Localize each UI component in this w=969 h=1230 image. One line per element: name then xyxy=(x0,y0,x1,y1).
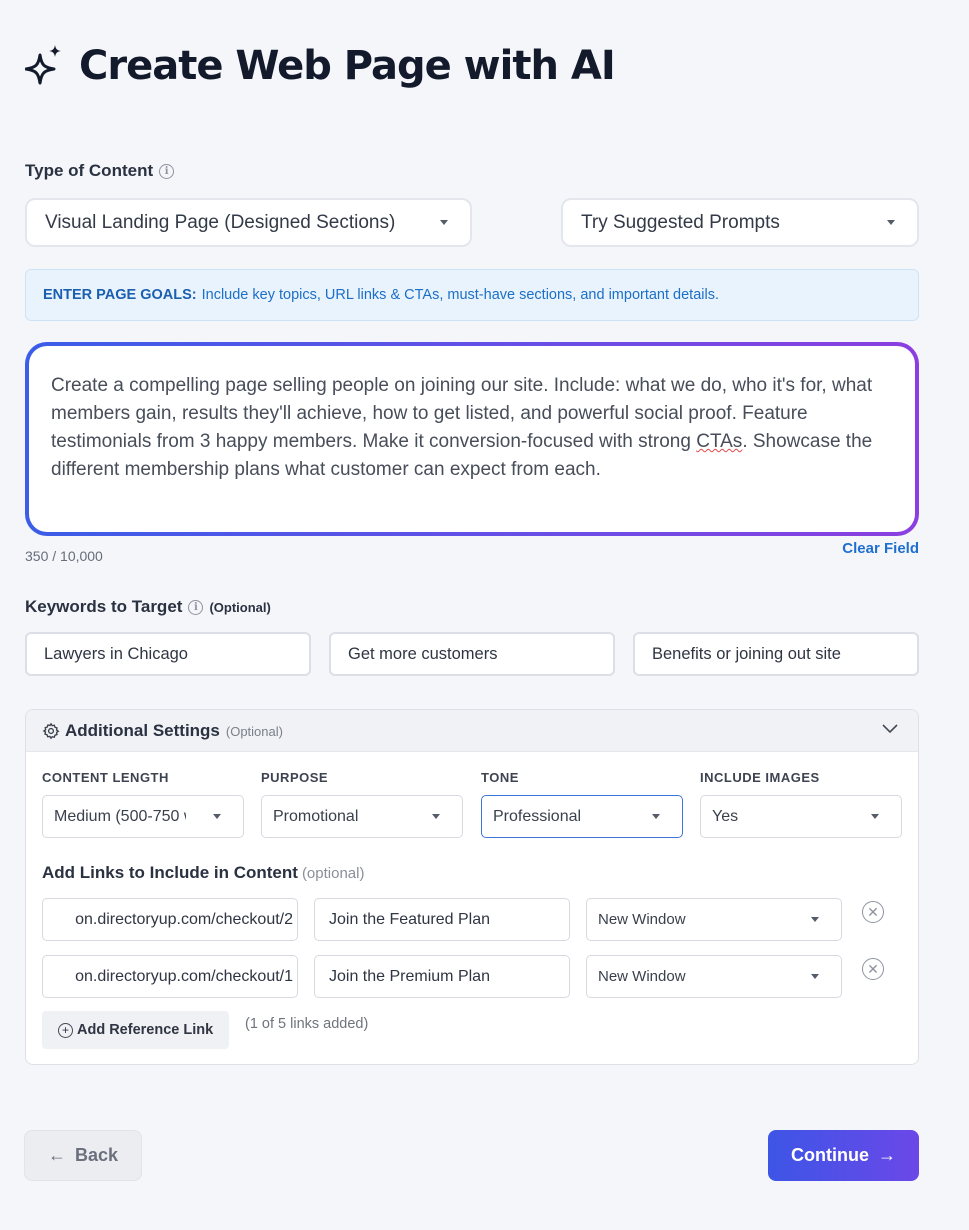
keywords-label: Keywords to Target i (Optional) xyxy=(25,597,271,617)
page-header: Create Web Page with AI xyxy=(25,40,616,92)
tone-value: Professional xyxy=(493,807,582,825)
character-counter: 350 / 10,000 xyxy=(25,548,103,564)
caret-down-icon xyxy=(871,814,879,819)
continue-button-label: Continue xyxy=(791,1145,869,1165)
purpose-select[interactable]: Promotional xyxy=(261,795,463,838)
add-reference-link-button[interactable]: + Add Reference Link xyxy=(42,1011,230,1049)
page-goals-hint: Include key topics, URL links & CTAs, mu… xyxy=(201,287,719,303)
purpose-label: PURPOSE xyxy=(261,770,329,785)
purpose-value: Promotional xyxy=(273,807,359,825)
page-goals-textarea[interactable]: Create a compelling page selling people … xyxy=(29,346,915,532)
prompt-text-spellcheck-word: CTAs xyxy=(696,431,743,452)
close-icon: ✕ xyxy=(867,903,879,920)
link-url-input[interactable]: on.directoryup.com/checkout/2 xyxy=(42,898,298,941)
plus-circle-icon: + xyxy=(58,1022,73,1038)
caret-down-icon xyxy=(213,814,221,819)
content-length-value: Medium (500-750 words) xyxy=(54,807,186,825)
content-length-select[interactable]: Medium (500-750 words) xyxy=(42,795,244,838)
content-type-label: Type of Content i xyxy=(25,161,175,181)
continue-button[interactable]: Continue → xyxy=(768,1130,919,1181)
caret-down-icon xyxy=(652,814,660,819)
info-icon[interactable]: i xyxy=(188,599,204,615)
link-target-select[interactable]: New Window xyxy=(586,955,842,998)
additional-settings-optional: (Optional) xyxy=(225,724,283,739)
page-title: Create Web Page with AI xyxy=(79,43,616,89)
link-target-value: New Window xyxy=(598,911,686,928)
content-type-value: Visual Landing Page (Designed Sections) xyxy=(45,211,396,233)
links-section-title-text: Add Links to Include in Content xyxy=(42,863,298,882)
suggested-prompts-select[interactable]: Try Suggested Prompts xyxy=(561,198,919,247)
page-goals-textarea-frame: Create a compelling page selling people … xyxy=(25,342,919,536)
additional-settings-title: Additional Settings xyxy=(65,720,220,740)
links-count: (1 of 5 links added) xyxy=(245,1016,369,1032)
keywords-label-text: Keywords to Target xyxy=(25,597,183,616)
sparkles-icon xyxy=(25,45,61,85)
back-button[interactable]: ← Back xyxy=(24,1130,142,1181)
keyword-input-2[interactable]: Get more customers xyxy=(329,632,615,676)
link-text-input[interactable]: Join the Premium Plan xyxy=(314,955,570,998)
suggested-prompts-label: Try Suggested Prompts xyxy=(581,211,780,233)
tone-label: TONE xyxy=(481,770,519,785)
remove-link-button[interactable]: ✕ xyxy=(862,958,884,980)
page-goals-banner: ENTER PAGE GOALS: Include key topics, UR… xyxy=(25,269,919,321)
link-url-input[interactable]: on.directoryup.com/checkout/1 xyxy=(42,955,298,998)
link-url-value: on.directoryup.com/checkout/2 xyxy=(75,910,293,928)
caret-down-icon xyxy=(887,220,895,225)
back-button-label: Back xyxy=(74,1145,119,1165)
include-images-value: Yes xyxy=(712,807,739,825)
caret-down-icon xyxy=(811,917,819,922)
arrow-left-icon: ← xyxy=(47,1145,66,1165)
link-url-value: on.directoryup.com/checkout/1 xyxy=(75,967,293,985)
content-type-label-text: Type of Content xyxy=(25,161,154,180)
additional-settings-panel: Additional Settings (Optional) CONTENT L… xyxy=(25,709,919,1065)
links-section-title: Add Links to Include in Content (optional… xyxy=(42,863,364,883)
content-type-select[interactable]: Visual Landing Page (Designed Sections) xyxy=(25,198,472,247)
caret-down-icon xyxy=(440,220,448,225)
close-icon: ✕ xyxy=(867,960,879,977)
additional-settings-header[interactable]: Additional Settings (Optional) xyxy=(26,710,918,752)
info-icon[interactable]: i xyxy=(159,163,175,179)
keyword-input-1[interactable]: Lawyers in Chicago xyxy=(25,632,311,676)
chevron-down-icon[interactable] xyxy=(882,724,898,734)
keyword-input-3[interactable]: Benefits or joining out site xyxy=(633,632,919,676)
keywords-optional-note: (Optional) xyxy=(209,599,271,615)
gear-icon xyxy=(42,722,60,739)
include-images-select[interactable]: Yes xyxy=(700,795,902,838)
link-text-input[interactable]: Join the Featured Plan xyxy=(314,898,570,941)
remove-link-button[interactable]: ✕ xyxy=(862,901,884,923)
page-goals-heading: ENTER PAGE GOALS: xyxy=(43,287,197,303)
caret-down-icon xyxy=(432,814,440,819)
caret-down-icon xyxy=(811,974,819,979)
arrow-right-icon: → xyxy=(878,1145,896,1165)
content-length-label: CONTENT LENGTH xyxy=(42,770,169,785)
tone-select[interactable]: Professional xyxy=(481,795,683,838)
include-images-label: INCLUDE IMAGES xyxy=(700,770,820,785)
link-target-value: New Window xyxy=(598,968,686,985)
clear-field-link[interactable]: Clear Field xyxy=(842,540,919,557)
link-target-select[interactable]: New Window xyxy=(586,898,842,941)
add-reference-link-label: Add Reference Link xyxy=(77,1022,214,1038)
links-optional-note: (optional) xyxy=(301,865,365,882)
